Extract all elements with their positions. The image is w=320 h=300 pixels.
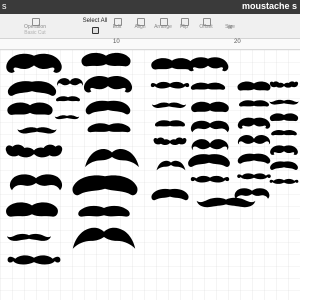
toolbar: Operation Basic Cut Select All Edit Alig… [0,14,300,39]
size-tool[interactable]: Size W [222,16,238,36]
operation-tool[interactable]: Operation Basic Cut [18,16,52,36]
offset-button[interactable]: Offset [196,16,216,36]
project-title: moustache s [241,1,297,11]
flip-button[interactable]: Flip [176,16,192,36]
edit-label: Edit [112,24,122,30]
size-width-field[interactable]: W [222,25,238,31]
arrange-label: Arrange [154,24,172,30]
title-bar: s moustache s [0,0,300,14]
arrange-button[interactable]: Arrange [150,16,176,36]
align-button[interactable]: Align [130,16,150,36]
select-all-icon [92,27,99,34]
horizontal-ruler: 10 20 [0,39,300,50]
ruler-mark-20: 20 [234,39,241,45]
select-all-label: Select All [82,18,108,24]
select-all-button[interactable]: Select All [80,16,110,36]
operation-value: Basic Cut [24,30,46,36]
flip-label: Flip [179,24,189,30]
offset-label: Offset [199,24,213,30]
title-left: s [2,1,7,11]
design-canvas[interactable] [0,50,300,300]
align-label: Align [134,24,146,30]
edit-button[interactable]: Edit [108,16,126,36]
ruler-mark-10: 10 [113,39,120,45]
